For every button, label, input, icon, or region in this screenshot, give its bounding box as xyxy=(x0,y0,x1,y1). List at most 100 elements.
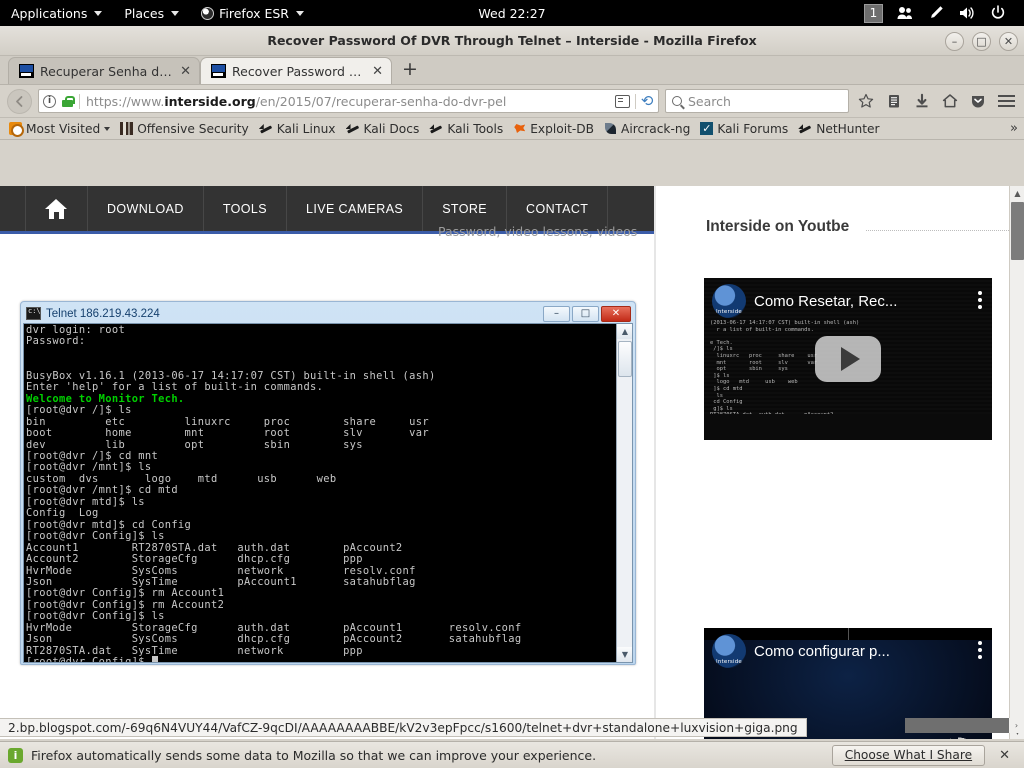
telnet-post-text: [root@dvr /]$ ls bin etc linuxrc proc sh… xyxy=(26,404,522,662)
home-icon xyxy=(45,198,68,219)
info-badge-icon: i xyxy=(8,747,23,763)
bookmark-label: Exploit-DB xyxy=(530,121,595,136)
site-nav-home[interactable] xyxy=(25,186,88,231)
bookmark-label: Kali Linux xyxy=(276,121,336,136)
kali-dragon-icon xyxy=(429,122,443,135)
lock-icon[interactable] xyxy=(62,95,75,108)
avatar-label: Interside xyxy=(716,309,742,315)
bookmark-offensive-security[interactable]: Offensive Security xyxy=(115,122,254,136)
tab-recuperar-senha[interactable]: Recuperar Senha do ... ✕ xyxy=(8,57,200,84)
bookmark-aircrack-ng[interactable]: Aircrack-ng xyxy=(599,122,695,136)
telnet-console-screen: dvr login: root Password: BusyBox v1.16.… xyxy=(23,323,633,663)
scroll-up-icon: ▲ xyxy=(617,324,632,339)
avatar-label: Interside xyxy=(716,659,742,665)
youtube-video-card-1[interactable]: (2013-06-17 14:17:07 CST) built-in shell… xyxy=(704,278,992,440)
chevron-down-icon xyxy=(94,10,103,16)
tab-close-icon[interactable]: ✕ xyxy=(372,64,383,79)
firefox-esr-label: Firefox ESR xyxy=(219,5,289,21)
telnet-window-controls: – □ ✕ xyxy=(543,305,631,322)
pen-icon[interactable] xyxy=(927,4,945,22)
bookmarks-toolbar: Most Visited Offensive Security Kali Lin… xyxy=(0,118,1024,140)
download-icon[interactable] xyxy=(911,90,933,112)
back-button[interactable] xyxy=(7,88,32,114)
applications-menu-label: Applications xyxy=(11,5,88,21)
search-icon xyxy=(672,96,682,106)
bookmark-exploit-db[interactable]: Exploit-DB xyxy=(508,122,599,136)
bookmark-kali-docs[interactable]: Kali Docs xyxy=(341,122,425,136)
bookmark-nethunter[interactable]: NetHunter xyxy=(793,122,884,136)
chevron-down-icon xyxy=(171,10,180,16)
kebab-menu-icon[interactable] xyxy=(978,290,982,312)
telnet-cursor: _ xyxy=(151,656,159,662)
bookmarks-overflow-button[interactable]: » xyxy=(1010,121,1018,136)
kali-dragon-icon xyxy=(259,122,273,135)
most-visited-icon xyxy=(9,122,24,137)
places-menu-label: Places xyxy=(124,5,165,21)
bookmark-label: NetHunter xyxy=(816,121,880,136)
kali-dragon-icon xyxy=(346,122,360,135)
panel-tray: 1 xyxy=(864,0,1020,26)
telnet-minimize-button: – xyxy=(543,305,570,322)
horizontal-scroll-right-icon[interactable]: › xyxy=(1009,718,1024,733)
horizontal-scrollbar-thumb[interactable] xyxy=(905,718,1009,733)
search-input[interactable]: Search xyxy=(665,89,849,113)
video-header-bar: Interside Como configurar p... xyxy=(704,628,992,674)
site-nav-live-cameras[interactable]: LIVE CAMERAS xyxy=(287,186,424,231)
window-controls: – □ ✕ xyxy=(945,26,1018,56)
bookmark-kali-forums[interactable]: Kali Forums xyxy=(695,122,793,136)
users-icon[interactable] xyxy=(896,4,914,22)
telnet-maximize-button: □ xyxy=(572,305,599,322)
bookmark-star-icon[interactable] xyxy=(855,90,877,112)
maximize-button[interactable]: □ xyxy=(972,31,991,51)
kebab-menu-icon[interactable] xyxy=(978,640,982,662)
telnet-titlebar: Telnet 186.219.43.224 – □ ✕ xyxy=(23,304,633,323)
new-tab-button[interactable]: + xyxy=(392,59,428,81)
page-content: DOWNLOAD TOOLS LIVE CAMERAS STORE CONTAC… xyxy=(0,186,1024,739)
notification-close-icon[interactable]: ✕ xyxy=(993,748,1016,763)
telnet-console-text: dvr login: root Password: BusyBox v1.16.… xyxy=(24,324,616,662)
telnet-screenshot-image[interactable]: Telnet 186.219.43.224 – □ ✕ dvr login: r… xyxy=(20,301,636,665)
workspace-indicator[interactable]: 1 xyxy=(864,3,883,23)
window-title: Recover Password Of DVR Through Telnet –… xyxy=(267,33,757,48)
bookmark-most-visited[interactable]: Most Visited xyxy=(4,121,115,137)
console-icon xyxy=(26,307,41,320)
bookmark-label: Offensive Security xyxy=(137,121,249,136)
minimize-button[interactable]: – xyxy=(945,31,964,51)
video-title[interactable]: Como configurar p... xyxy=(754,643,970,660)
page-scrollbar[interactable]: ▲ ▼ xyxy=(1009,186,1024,739)
power-icon[interactable] xyxy=(989,4,1007,22)
places-menu[interactable]: Places xyxy=(113,0,190,26)
close-button[interactable]: ✕ xyxy=(999,31,1018,51)
info-icon[interactable]: i xyxy=(43,94,56,108)
bookmark-label: Most Visited xyxy=(26,121,101,136)
reader-mode-icon[interactable] xyxy=(615,94,631,108)
tab-close-icon[interactable]: ✕ xyxy=(180,64,191,79)
site-nav-tools[interactable]: TOOLS xyxy=(204,186,287,231)
volume-icon[interactable] xyxy=(958,4,976,22)
library-icon[interactable] xyxy=(883,90,905,112)
sidebar: Interside on Youtbe (2013-06-17 14:17:07… xyxy=(656,186,1009,739)
site-nav-download[interactable]: DOWNLOAD xyxy=(88,186,204,231)
pocket-icon[interactable] xyxy=(967,90,989,112)
telnet-close-button: ✕ xyxy=(601,305,631,322)
hamburger-menu-icon[interactable] xyxy=(995,90,1017,112)
url-scheme: https://www. xyxy=(86,93,165,109)
firefox-esr-menu[interactable]: Firefox ESR xyxy=(190,0,315,26)
tab-recover-password[interactable]: Recover Password Of ... ✕ xyxy=(200,57,392,84)
bookmark-kali-linux[interactable]: Kali Linux xyxy=(254,122,341,136)
reload-icon[interactable]: ⟳ xyxy=(641,92,654,110)
home-icon[interactable] xyxy=(939,90,961,112)
applications-menu[interactable]: Applications xyxy=(0,0,113,26)
url-bar[interactable]: i https://www.interside.org/en/2015/07/r… xyxy=(38,89,659,113)
video-title[interactable]: Como Resetar, Rec... xyxy=(754,293,970,310)
choose-what-i-share-button[interactable]: Choose What I Share xyxy=(831,744,986,766)
telnet-pre-text: dvr login: root Password: BusyBox v1.16.… xyxy=(26,324,436,394)
notification-text: Firefox automatically sends some data to… xyxy=(31,747,597,763)
bookmark-kali-tools[interactable]: Kali Tools xyxy=(424,122,508,136)
favicon-icon xyxy=(211,64,226,78)
scroll-up-icon[interactable]: ▲ xyxy=(1010,186,1024,201)
page-scrollbar-thumb[interactable] xyxy=(1011,202,1024,260)
play-button[interactable] xyxy=(815,336,881,382)
favicon-icon xyxy=(19,64,34,78)
status-link-preview: 2.bp.blogspot.com/-69q6N4VUY44/VafCZ-9qc… xyxy=(0,718,807,737)
